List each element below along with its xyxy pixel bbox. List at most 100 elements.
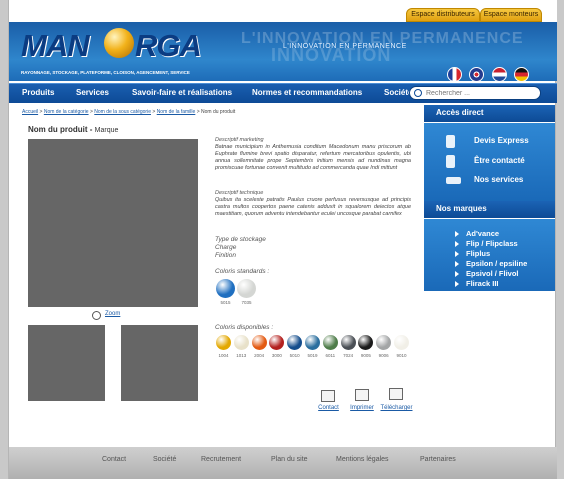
color-code: 1004 [218, 353, 229, 358]
brand-link[interactable]: Epsivol / Flivol [466, 269, 519, 278]
contact-icon[interactable] [321, 390, 335, 402]
download-icon[interactable] [389, 388, 403, 400]
spec-storage-type: Type de stockage [215, 236, 266, 243]
color-code: 5015 [220, 300, 231, 305]
flag-uk-icon[interactable] [469, 67, 484, 81]
logo-text-left: MAN [21, 28, 90, 63]
chevron-right-icon [455, 271, 459, 277]
zoom-icon[interactable] [92, 311, 101, 320]
breadcrumb-separator: > [152, 109, 156, 115]
breadcrumb-home[interactable]: Accueil [22, 109, 38, 115]
color-code: 9010 [396, 353, 407, 358]
color-swatch[interactable] [305, 335, 320, 350]
direct-link-contact[interactable]: Être contacté [474, 156, 525, 165]
flag-de-icon[interactable] [514, 67, 529, 81]
technical-text: Quibus ita sceleste patratis Paulus cruo… [215, 197, 411, 217]
nav-know-how[interactable]: Savoir-faire et réalisations [132, 88, 232, 97]
slogan: L'INNOVATION EN PERMANENCE [283, 43, 407, 50]
breadcrumb-category[interactable]: Nom de la catégorie [44, 109, 89, 115]
breadcrumb-separator: > [89, 109, 93, 115]
search-box[interactable] [409, 86, 541, 100]
print-link[interactable]: Imprimer [347, 405, 377, 411]
standard-colors-label: Coloris standards : [215, 268, 270, 275]
product-thumbnail[interactable] [121, 325, 198, 401]
color-swatch[interactable] [269, 335, 285, 350]
color-code: 1013 [236, 353, 247, 358]
download-link[interactable]: Télécharger [379, 405, 414, 411]
technical-title: Descriptif technique [215, 190, 264, 196]
chevron-right-icon [455, 231, 459, 237]
top-bar: Espace distributeurs Espace monteurs [9, 0, 557, 22]
nav-products[interactable]: Produits [22, 88, 54, 97]
chevron-right-icon [455, 281, 459, 287]
print-icon[interactable] [355, 389, 369, 401]
footer-legal[interactable]: Mentions légales [336, 456, 389, 463]
installer-area-button[interactable]: Espace monteurs [480, 8, 542, 22]
logo[interactable]: MAN RGA RAYONNAGE, STOCKAGE, PLATEFORME,… [21, 22, 202, 79]
page: Espace distributeurs Espace monteurs MAN… [8, 0, 557, 479]
brand-link[interactable]: Ad'vance [466, 229, 499, 238]
chevron-right-icon [455, 251, 459, 257]
color-swatch[interactable] [376, 335, 392, 350]
color-swatch[interactable] [216, 279, 235, 298]
brands-title: Nos marques [424, 201, 555, 218]
footer-company[interactable]: Société [153, 456, 176, 463]
color-code: 3000 [271, 353, 282, 358]
brand-link[interactable]: Fliplus [466, 249, 490, 258]
color-code: 9005 [360, 353, 371, 358]
color-swatch[interactable] [322, 335, 338, 350]
product-name: Nom du produit - [28, 125, 93, 134]
direct-link-services[interactable]: Nos services [474, 175, 523, 184]
search-icon[interactable] [414, 89, 422, 97]
footer-sitemap[interactable]: Plan du site [271, 456, 308, 463]
flag-fr-icon[interactable] [447, 67, 462, 81]
brand-link[interactable]: Flip / Flipclass [466, 239, 518, 248]
product-thumbnail[interactable] [28, 325, 105, 401]
chevron-right-icon [455, 261, 459, 267]
distributor-area-button[interactable]: Espace distributeurs [406, 8, 480, 22]
brand-link[interactable]: Epsilon / epsiline [466, 259, 527, 268]
footer: Contact Société Recrutement Plan du site… [9, 447, 557, 479]
color-code: 5019 [307, 353, 318, 358]
footer-partners[interactable]: Partenaires [420, 456, 456, 463]
nav-standards[interactable]: Normes et recommandations [252, 88, 362, 97]
spec-load: Charge [215, 244, 237, 251]
header: Espace distributeurs Espace monteurs MAN… [9, 0, 557, 81]
color-code: 9006 [378, 353, 389, 358]
spec-finish: Finition [215, 252, 236, 259]
flag-nl-icon[interactable] [492, 67, 507, 81]
footer-contact[interactable]: Contact [102, 456, 126, 463]
color-code: 7024 [343, 353, 354, 358]
color-swatch[interactable] [340, 335, 356, 350]
color-swatch[interactable] [394, 335, 409, 350]
color-swatch[interactable] [216, 335, 231, 350]
color-swatch[interactable] [358, 335, 374, 350]
color-code: 7035 [241, 300, 252, 305]
product-title: Nom du produit - Marque [28, 125, 118, 134]
marketing-text: Batnae municipium in Anthemusia conditum… [215, 144, 411, 171]
contact-link[interactable]: Contact [316, 405, 341, 411]
color-code: 2004 [254, 353, 265, 358]
breadcrumb: Accueil > Nom de la catégorie > Nom de l… [22, 109, 235, 115]
color-swatch[interactable] [287, 335, 303, 350]
breadcrumb-separator: > [39, 109, 43, 115]
color-swatch[interactable] [237, 279, 256, 298]
logo-ball-icon [104, 28, 134, 58]
color-code: 5010 [289, 353, 300, 358]
breadcrumb-separator: > [196, 109, 200, 115]
direct-access-block: Devis Express Être contacté Nos services [424, 123, 555, 201]
color-swatch[interactable] [233, 335, 249, 350]
breadcrumb-family[interactable]: Nom de la famille [157, 109, 196, 115]
nav-services[interactable]: Services [76, 88, 109, 97]
color-swatch[interactable] [251, 335, 267, 350]
direct-link-quote[interactable]: Devis Express [474, 136, 529, 145]
direct-access-title: Accès direct [424, 105, 555, 122]
brand-link[interactable]: Flirack III [466, 279, 499, 288]
zoom-link[interactable]: Zoom [105, 311, 120, 317]
logo-text-right: RGA [135, 28, 202, 63]
chevron-right-icon [455, 241, 459, 247]
breadcrumb-subcategory[interactable]: Nom de la sous catégorie [94, 109, 151, 115]
product-main-image[interactable] [28, 139, 198, 307]
search-input[interactable] [426, 88, 536, 99]
footer-careers[interactable]: Recrutement [201, 456, 241, 463]
